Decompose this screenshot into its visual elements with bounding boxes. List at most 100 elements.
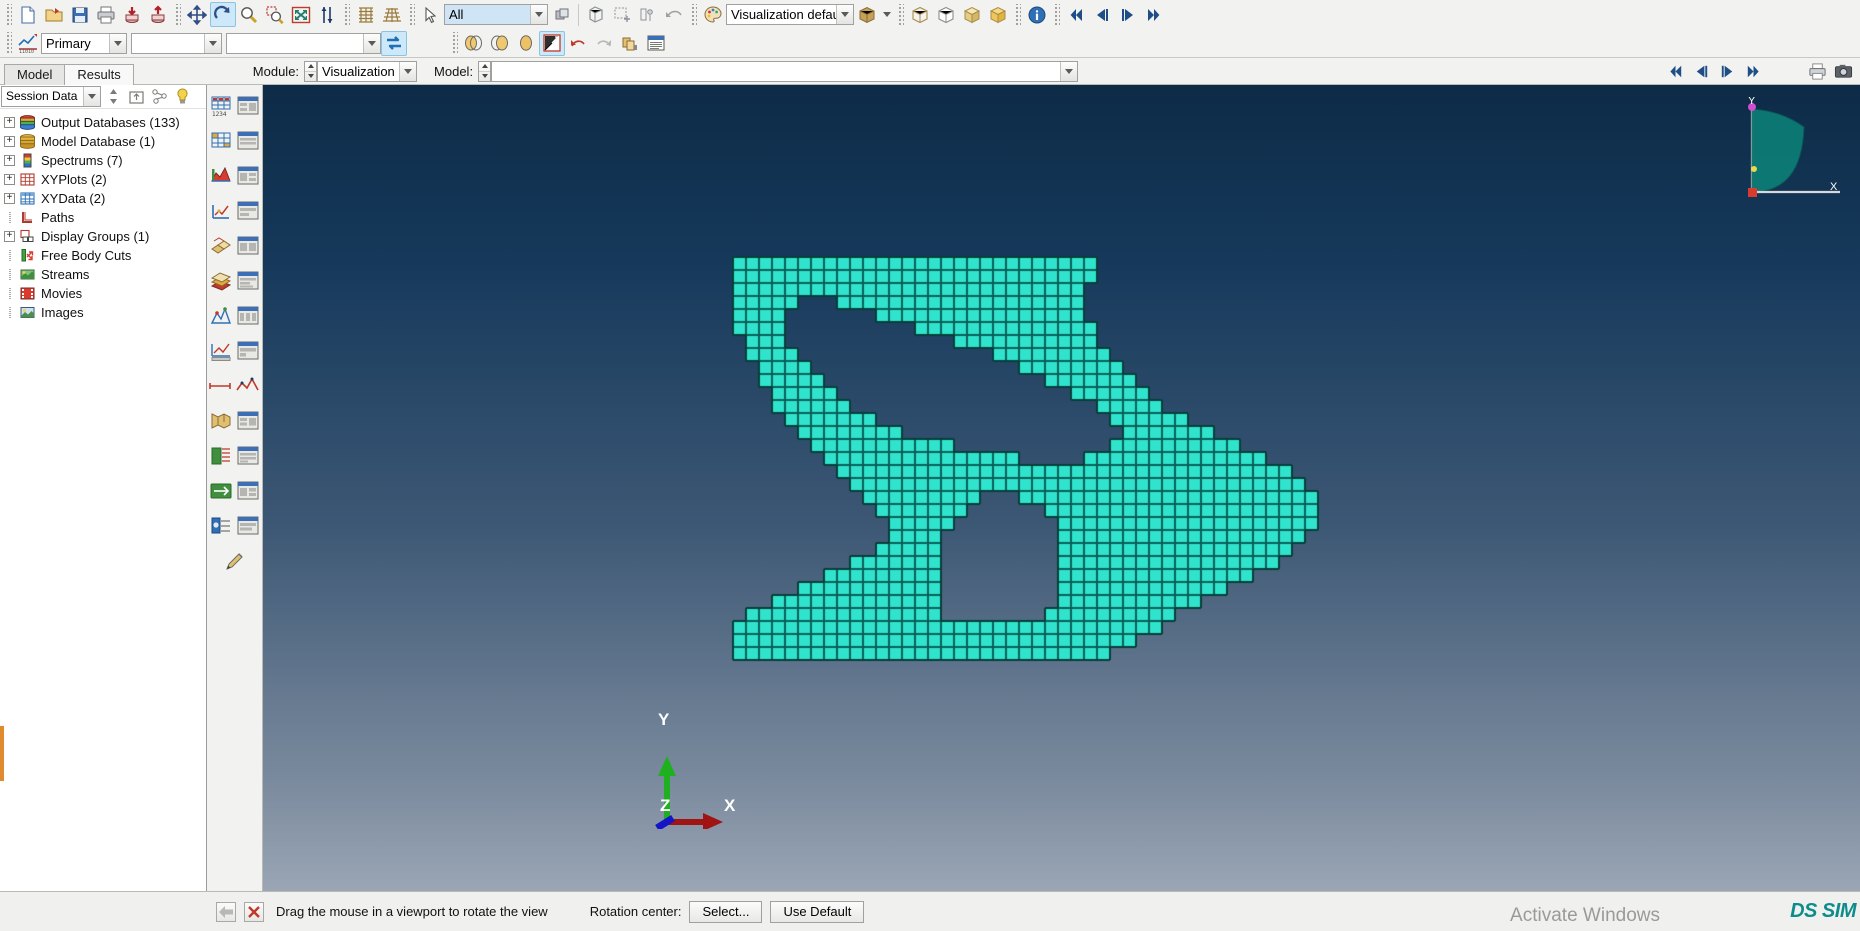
material-orient-icon[interactable]	[209, 234, 233, 258]
viewport-defaults-combo[interactable]: Visualization defaults	[726, 4, 854, 25]
material-opts-icon[interactable]	[236, 234, 260, 258]
boundingbox-dg-icon[interactable]	[609, 2, 635, 27]
ply-stack-icon[interactable]	[209, 269, 233, 293]
save-icon[interactable]	[67, 2, 93, 27]
chevron-down-icon[interactable]	[399, 61, 417, 81]
allow-multiple-icon[interactable]	[617, 31, 643, 56]
common-options-icon[interactable]	[236, 94, 260, 118]
hidden-line-icon[interactable]	[933, 2, 959, 27]
expander-icon[interactable]: +	[4, 231, 15, 242]
field-output-grip[interactable]	[5, 32, 12, 54]
undeformed-shape-icon[interactable]	[461, 31, 487, 56]
display-group-grip[interactable]	[408, 3, 415, 26]
first-step-icon[interactable]	[1662, 59, 1688, 84]
cancel-x-icon[interactable]	[244, 901, 264, 922]
tree-filter-icon[interactable]	[149, 84, 170, 109]
tree-selector-combo[interactable]: Session Data	[1, 86, 101, 107]
chevron-down-icon[interactable]	[1059, 61, 1077, 81]
mesh-display[interactable]	[263, 85, 1860, 787]
last-step-icon[interactable]	[1740, 59, 1766, 84]
next-frame-icon[interactable]	[1115, 2, 1141, 27]
undo-dg-icon[interactable]	[661, 2, 687, 27]
element-labels-icon[interactable]	[209, 129, 233, 153]
selection-arrow-icon[interactable]	[418, 2, 444, 27]
toolbar-grip[interactable]	[5, 3, 12, 26]
ply-opts-icon[interactable]	[236, 269, 260, 293]
replace-dg-icon[interactable]	[548, 2, 574, 27]
free-body-opts-icon[interactable]	[236, 479, 260, 503]
chevron-down-icon[interactable]	[83, 87, 100, 106]
redo-view-icon[interactable]	[591, 31, 617, 56]
tree-sort-icon[interactable]	[103, 84, 124, 109]
rotate-icon[interactable]	[210, 2, 236, 27]
tree-item-xydata[interactable]: + XYData (2)	[2, 189, 206, 208]
path-plot-icon[interactable]	[209, 374, 233, 398]
chevron-down-icon[interactable]	[530, 5, 547, 24]
previous-frame-icon[interactable]	[1089, 2, 1115, 27]
export-icon[interactable]	[145, 2, 171, 27]
xy-data-icon[interactable]	[209, 409, 233, 433]
display-group-combo[interactable]: All	[444, 4, 548, 25]
tree-item-movies[interactable]: Movies	[2, 284, 206, 303]
tree-item-spectrums[interactable]: + Spectrums (7)	[2, 151, 206, 170]
probe-icon[interactable]	[209, 444, 233, 468]
magnify-icon[interactable]	[236, 2, 262, 27]
chevron-down-icon[interactable]	[363, 33, 380, 53]
report-icon[interactable]	[643, 31, 669, 56]
view-group-grip[interactable]	[174, 3, 181, 26]
filled-icon[interactable]	[985, 2, 1011, 27]
tree-item-images[interactable]: Images	[2, 303, 206, 322]
shaded-icon[interactable]	[959, 2, 985, 27]
tab-results[interactable]: Results	[64, 63, 134, 85]
viewport-grip[interactable]	[690, 3, 697, 26]
frame-grip[interactable]	[1053, 3, 1060, 26]
tree-item-paths[interactable]: Paths	[2, 208, 206, 227]
wireframe-icon[interactable]	[907, 2, 933, 27]
contour-plot-icon[interactable]	[513, 31, 539, 56]
stress-lin-opts-icon[interactable]	[236, 514, 260, 538]
fit-view-icon[interactable]	[288, 2, 314, 27]
tree-item-xyplots[interactable]: + XYPlots (2)	[2, 170, 206, 189]
render-style-dropdown[interactable]	[880, 2, 894, 27]
module-spinner[interactable]	[304, 60, 318, 82]
chevron-down-icon[interactable]	[109, 33, 126, 53]
plot-dg-icon[interactable]	[635, 2, 661, 27]
import-icon[interactable]	[119, 2, 145, 27]
print-icon[interactable]	[93, 2, 119, 27]
info-icon[interactable]	[1024, 2, 1050, 27]
animate-scale-opts-icon[interactable]	[236, 339, 260, 363]
refresh-icon[interactable]	[381, 30, 407, 56]
contour-options-icon[interactable]	[209, 164, 233, 188]
palette-icon[interactable]	[700, 2, 726, 27]
symbol-plot-opts-icon[interactable]	[236, 199, 260, 223]
render-style-grip[interactable]	[897, 3, 904, 26]
query-icon[interactable]	[223, 549, 247, 573]
chevron-down-icon[interactable]	[836, 5, 853, 24]
open-file-icon[interactable]	[41, 2, 67, 27]
xy-opts-icon[interactable]	[236, 409, 260, 433]
next-step-icon[interactable]	[1714, 59, 1740, 84]
tab-model[interactable]: Model	[4, 63, 66, 85]
first-frame-icon[interactable]	[1063, 2, 1089, 27]
tree-item-output-databases[interactable]: + Output Databases (133)	[2, 113, 206, 132]
use-default-button[interactable]: Use Default	[770, 900, 865, 923]
expander-icon[interactable]: +	[4, 193, 15, 204]
box-zoom-icon[interactable]	[262, 2, 288, 27]
select-button[interactable]: Select...	[689, 900, 763, 923]
model-combo[interactable]	[491, 60, 1078, 82]
perspective-icon[interactable]	[353, 2, 379, 27]
model-spinner[interactable]	[478, 60, 492, 82]
primary-variable-combo[interactable]: Primary	[41, 32, 127, 54]
component2-combo[interactable]	[226, 32, 381, 54]
tree-item-display-groups[interactable]: + Display Groups (1)	[2, 227, 206, 246]
animate-scale-icon[interactable]	[209, 339, 233, 363]
tree-collapse-icon[interactable]	[126, 84, 147, 109]
plot-group-grip[interactable]	[451, 32, 458, 54]
cycle-view-icon[interactable]	[314, 2, 340, 27]
chevron-down-icon[interactable]	[204, 33, 221, 53]
expander-icon[interactable]: +	[4, 117, 15, 128]
camera-capture-icon[interactable]	[1830, 59, 1856, 84]
pan-icon[interactable]	[184, 2, 210, 27]
symbol-options-icon[interactable]	[209, 199, 233, 223]
path-opts-icon[interactable]	[236, 374, 260, 398]
